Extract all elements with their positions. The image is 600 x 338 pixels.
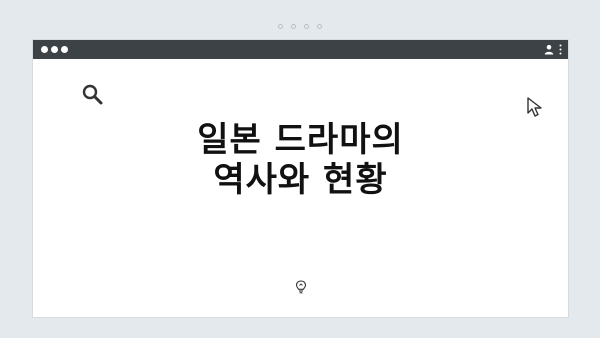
minimize-dot[interactable] (51, 46, 58, 53)
menu-icon[interactable] (559, 44, 562, 55)
window-titlebar (33, 40, 568, 59)
title-line-1: 일본 드라마의 (197, 120, 404, 160)
page-background: 일본 드라마의 역사와 현황 (0, 0, 600, 338)
user-icon[interactable] (544, 44, 554, 55)
cursor-icon (527, 97, 542, 117)
dot (304, 24, 309, 29)
close-dot[interactable] (41, 46, 48, 53)
search-icon (82, 84, 103, 105)
dot (317, 24, 322, 29)
browser-window: 일본 드라마의 역사와 현황 (33, 40, 568, 317)
page-title: 일본 드라마의 역사와 현황 (33, 120, 568, 200)
lightbulb-icon (295, 280, 307, 294)
window-controls (41, 46, 68, 53)
top-dots (0, 24, 600, 29)
title-line-2: 역사와 현황 (213, 160, 388, 200)
dot (278, 24, 283, 29)
maximize-dot[interactable] (61, 46, 68, 53)
dot (291, 24, 296, 29)
